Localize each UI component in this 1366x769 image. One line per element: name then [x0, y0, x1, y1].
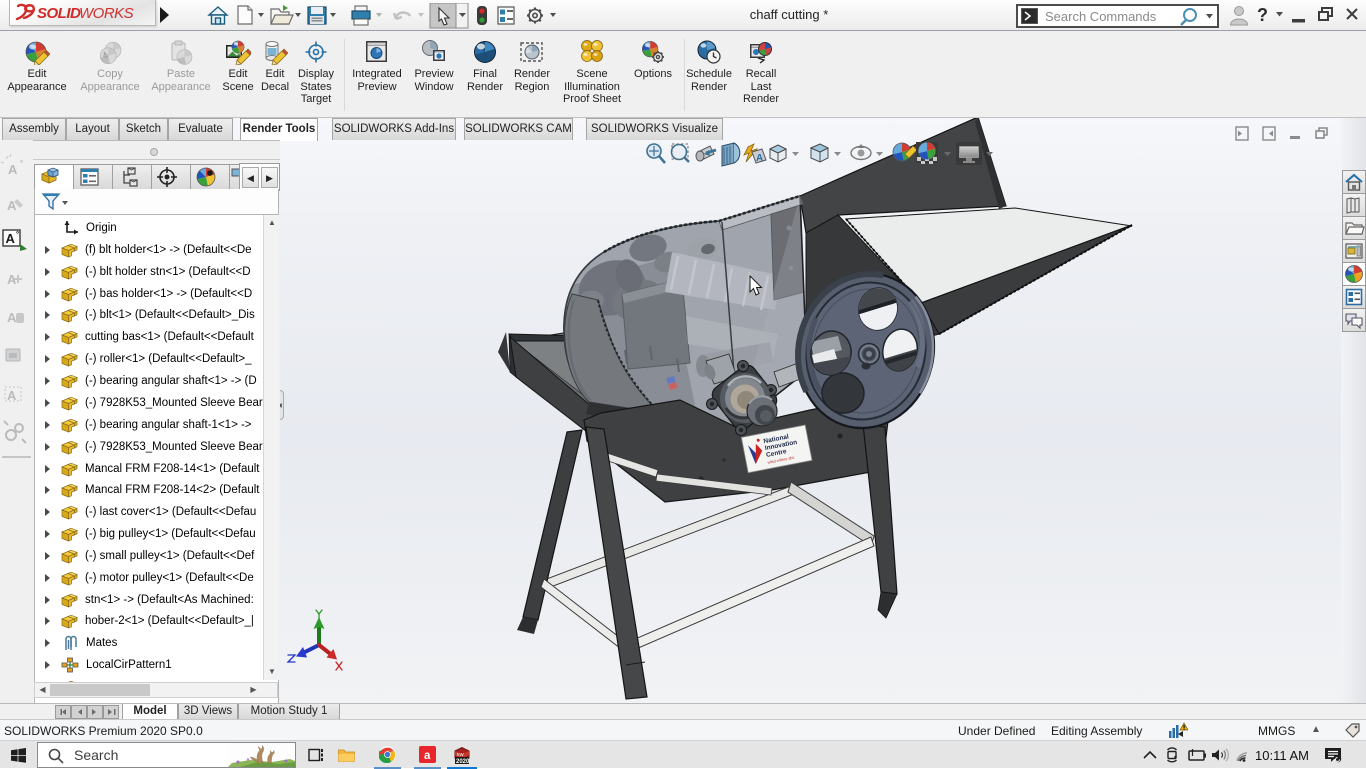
svg-text:2020: 2020	[456, 759, 470, 765]
svg-text:SW: SW	[457, 752, 465, 757]
svg-text:SOLID: SOLID	[37, 5, 81, 22]
svg-text:A: A	[7, 388, 17, 403]
svg-text:?: ?	[1257, 5, 1268, 25]
svg-text:A: A	[756, 153, 763, 164]
svg-text:A: A	[7, 198, 17, 213]
svg-text:A: A	[8, 162, 18, 177]
svg-text:a: a	[424, 750, 431, 762]
svg-text:WORKS: WORKS	[79, 5, 134, 22]
svg-text:°: °	[20, 159, 23, 168]
svg-text:A: A	[7, 310, 17, 325]
svg-text:°: °	[16, 230, 19, 239]
svg-text:A: A	[6, 231, 16, 246]
